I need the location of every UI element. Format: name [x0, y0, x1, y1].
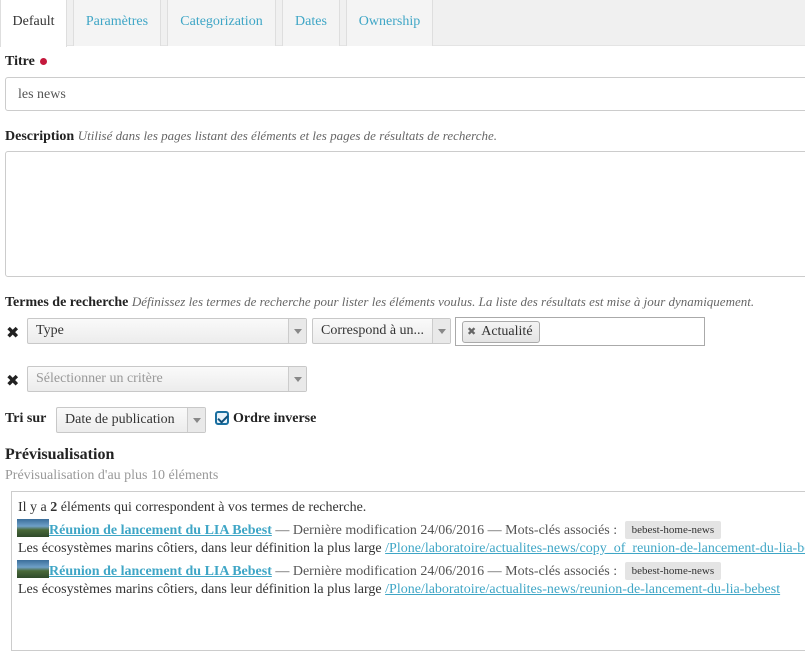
- result-meta: — Dernière modification 24/06/2016 — Mot…: [275, 564, 618, 579]
- title-label: Titre: [5, 54, 47, 70]
- query-help: Définissez les termes de recherche pour …: [131, 294, 755, 309]
- title-input-value: les news: [18, 87, 66, 102]
- reverse-order-checkbox[interactable]: [215, 411, 229, 425]
- description-label: Description Utilisé dans les pages lista…: [5, 128, 497, 145]
- title-label-text: Titre: [5, 54, 35, 69]
- thumbnail-image: [17, 519, 49, 537]
- new-criterion-placeholder: Sélectionner un critère: [36, 371, 163, 386]
- chevron-down-icon: [432, 319, 450, 343]
- tab-default[interactable]: Default: [0, 0, 67, 47]
- result-description: Les écosystèmes marins côtiers, dans leu…: [18, 582, 382, 597]
- tag-label: Actualité: [481, 324, 533, 339]
- tab-ownership[interactable]: Ownership: [346, 0, 433, 46]
- sort-label: Tri sur: [5, 411, 47, 426]
- preview-panel: Il y a 2 éléments qui correspondent à vo…: [11, 491, 805, 651]
- description-textarea[interactable]: [5, 151, 805, 277]
- tab-bar: Default Paramètres Categorization Dates …: [0, 0, 805, 47]
- count-prefix: Il y a: [18, 500, 47, 515]
- criterion-select-value: Type: [36, 323, 64, 338]
- result-description-line: Les écosystèmes marins côtiers, dans leu…: [18, 582, 780, 598]
- remove-tag-icon[interactable]: ✖: [467, 322, 476, 342]
- keyword-badge[interactable]: bebest-home-news: [624, 562, 722, 580]
- chevron-down-icon: [187, 408, 205, 432]
- sort-select[interactable]: Date de publication: [56, 407, 206, 433]
- description-label-text: Description: [5, 129, 75, 144]
- count-suffix: éléments qui correspondent à vos termes …: [60, 500, 367, 515]
- thumbnail-image: [17, 560, 49, 578]
- tag-chip: ✖ Actualité: [462, 321, 540, 343]
- tab-categorization[interactable]: Categorization: [167, 0, 276, 46]
- criterion-select[interactable]: Type: [27, 318, 307, 344]
- result-path-link[interactable]: /Plone/laboratoire/actualites-news/reuni…: [385, 582, 780, 597]
- reverse-order-label: Ordre inverse: [233, 411, 317, 426]
- remove-criterion-icon[interactable]: ✖: [6, 325, 20, 341]
- description-help: Utilisé dans les pages listant des éléme…: [77, 128, 498, 143]
- query-label: Termes de recherche Définissez les terme…: [5, 294, 754, 311]
- preview-subheading: Prévisualisation d'au plus 10 éléments: [5, 468, 219, 483]
- result-title-link[interactable]: Réunion de lancement du LIA Bebest: [49, 523, 272, 538]
- operator-select[interactable]: Correspond à un...: [312, 318, 451, 344]
- title-input[interactable]: les news: [5, 77, 805, 111]
- result-path-link[interactable]: /Plone/laboratoire/actualites-news/copy_…: [385, 541, 805, 556]
- result-description: Les écosystèmes marins côtiers, dans leu…: [18, 541, 382, 556]
- result-title-link[interactable]: Réunion de lancement du LIA Bebest: [49, 564, 272, 579]
- query-label-text: Termes de recherche: [5, 295, 129, 310]
- required-indicator-icon: [39, 58, 47, 66]
- tab-dates[interactable]: Dates: [282, 0, 340, 46]
- operator-select-value: Correspond à un...: [321, 323, 425, 338]
- chevron-down-icon: [288, 367, 306, 391]
- result-description-line: Les écosystèmes marins côtiers, dans leu…: [18, 541, 805, 557]
- preview-heading: Prévisualisation: [5, 446, 115, 463]
- remove-criterion-icon[interactable]: ✖: [6, 373, 20, 389]
- result-item: Réunion de lancement du LIA Bebest — Der…: [17, 519, 722, 539]
- sort-select-value: Date de publication: [65, 412, 175, 427]
- keyword-badge[interactable]: bebest-home-news: [624, 521, 722, 539]
- result-meta: — Dernière modification 24/06/2016 — Mot…: [275, 523, 618, 538]
- chevron-down-icon: [288, 319, 306, 343]
- tab-parametres[interactable]: Paramètres: [73, 0, 161, 46]
- value-multiselect[interactable]: ✖ Actualité: [455, 317, 705, 346]
- result-count-text: Il y a 2 éléments qui correspondent à vo…: [18, 500, 366, 516]
- result-item: Réunion de lancement du LIA Bebest — Der…: [17, 560, 722, 580]
- new-criterion-select[interactable]: Sélectionner un critère: [27, 366, 307, 392]
- result-count: 2: [50, 500, 58, 515]
